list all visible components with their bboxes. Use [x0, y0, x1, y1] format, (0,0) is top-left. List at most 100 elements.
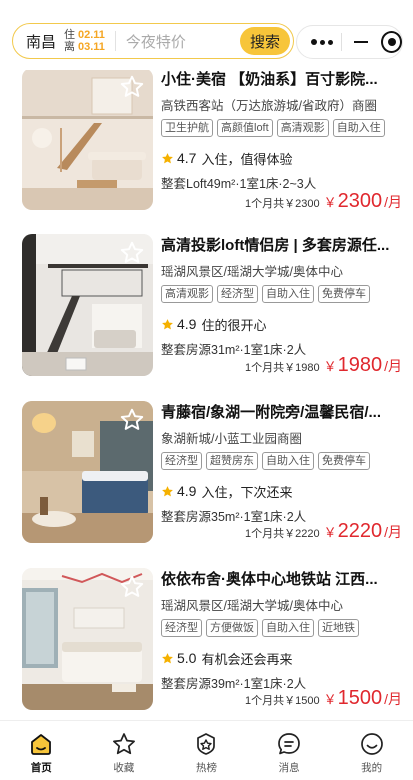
tab-label: 首页	[30, 762, 52, 774]
total-price-label: 1个月共￥1500	[245, 695, 320, 707]
listing-tag: 超赞房东	[206, 452, 258, 470]
tab-messages[interactable]: 消息	[248, 721, 331, 780]
rating-star-icon	[162, 318, 173, 329]
currency-symbol: ￥	[323, 692, 337, 707]
badge-icon	[197, 733, 216, 755]
currency-symbol: ￥	[323, 195, 337, 210]
minimize-icon[interactable]	[342, 41, 378, 43]
favorite-star-icon[interactable]	[119, 240, 145, 266]
listing-tag: 方便做饭	[206, 619, 258, 637]
listing-tags: 卫生护航 高颜值loft 高清观影 自助入住	[161, 119, 393, 139]
tab-home[interactable]: 首页	[0, 721, 83, 780]
listing-title: 高清投影loft情侣房 | 多套房源任...	[161, 237, 390, 254]
price-row: 1个月共￥1980 ￥ 1980 /月	[245, 354, 402, 377]
checkin-label: 住	[64, 29, 75, 41]
rating-score: 4.9	[177, 483, 197, 499]
review-snippet: 入住，下次还来	[201, 484, 293, 500]
listing-tag: 免费停车	[318, 285, 370, 303]
rating-score: 4.7	[177, 150, 197, 166]
currency-symbol: ￥	[323, 359, 337, 374]
review-snippet: 入住，值得体验	[201, 151, 293, 167]
price-unit: /月	[384, 194, 402, 210]
listing-photo[interactable]	[22, 568, 153, 710]
listing-card[interactable]: 高清投影loft情侣房 | 多套房源任... 瑶湖风景区/瑶湖大学城/奥体中心 …	[0, 234, 413, 396]
listing-tag: 自助入住	[262, 619, 314, 637]
tab-profile[interactable]: 我的	[330, 721, 413, 780]
listing-area: 高铁西客站（万达旅游城/省政府）商圈	[161, 99, 377, 113]
tab-hot-list[interactable]: 热榜	[165, 721, 248, 780]
review-snippet: 有机会还会再来	[201, 651, 293, 667]
star-outline-icon	[112, 733, 135, 755]
rating-star-icon	[162, 485, 173, 496]
listing-area: 象湖新城/小蓝工业园商圈	[161, 432, 302, 446]
tab-label: 消息	[278, 762, 300, 774]
listing-tags: 经济型 超赞房东 自助入住 免费停车	[161, 452, 393, 472]
rating-star-icon	[162, 152, 173, 163]
checkin-row: 住 02.11	[64, 29, 105, 41]
checkout-date: 03.11	[78, 41, 105, 53]
search-pill[interactable]: 南昌 住 02.11 离 03.11 今夜特价 搜索	[12, 23, 294, 59]
price-row: 1个月共￥2220 ￥ 2220 /月	[245, 520, 402, 543]
checkin-date: 02.11	[78, 29, 105, 41]
tab-label: 热榜	[195, 762, 217, 774]
listing-title: 小住·美宿 【奶油系】百寸影院...	[161, 71, 378, 88]
listing-photo[interactable]	[22, 401, 153, 543]
rating-score: 5.0	[177, 650, 197, 666]
price-unit: /月	[384, 524, 402, 540]
smile-icon	[360, 733, 383, 755]
bottom-tab-bar: 首页 收藏 热榜 消息 我的	[0, 720, 413, 780]
listing-tag: 经济型	[217, 285, 258, 303]
search-button[interactable]: 搜索	[240, 27, 290, 55]
listing-area: 瑶湖风景区/瑶湖大学城/奥体中心	[161, 265, 343, 279]
listing-tag: 高清观影	[276, 119, 329, 137]
listing-tag: 卫生护航	[161, 119, 213, 137]
listing-tag: 经济型	[161, 619, 202, 637]
monthly-price: 1980	[337, 354, 383, 376]
rating-row: 4.9 入住，下次还来	[161, 482, 413, 500]
home-icon	[31, 734, 52, 755]
tab-favorites[interactable]: 收藏	[83, 721, 166, 780]
rating-row: 4.9 住的很开心	[161, 315, 413, 333]
price-unit: /月	[384, 691, 402, 707]
pill-divider	[114, 31, 116, 51]
close-miniprogram-icon[interactable]	[380, 31, 402, 53]
listing-tags: 经济型 方便做饭 自助入住 近地铁	[161, 619, 393, 639]
checkout-row: 离 03.11	[64, 41, 105, 53]
total-price-label: 1个月共￥2300	[245, 198, 320, 210]
tab-label: 收藏	[113, 762, 135, 774]
listing-tag: 免费停车	[318, 452, 370, 470]
listing-info: 高清投影loft情侣房 | 多套房源任... 瑶湖风景区/瑶湖大学城/奥体中心 …	[161, 234, 413, 358]
total-price-label: 1个月共￥2220	[245, 528, 320, 540]
date-range[interactable]: 住 02.11 离 03.11	[64, 29, 105, 53]
favorite-star-icon[interactable]	[119, 74, 145, 100]
listing-area: 瑶湖风景区/瑶湖大学城/奥体中心	[161, 599, 343, 613]
listing-photo[interactable]	[22, 70, 153, 210]
listing-tag: 自助入住	[262, 452, 314, 470]
checkout-label: 离	[64, 41, 75, 53]
search-input[interactable]: 今夜特价	[126, 31, 240, 52]
listing-tag: 高颜值loft	[217, 119, 273, 137]
chat-icon	[278, 733, 300, 755]
price-row: 1个月共￥1500 ￥ 1500 /月	[245, 687, 402, 710]
listing-card[interactable]: 依依布舍·奥体中心地铁站 江西... 瑶湖风景区/瑶湖大学城/奥体中心 经济型 …	[0, 568, 413, 720]
tab-label: 我的	[361, 762, 383, 774]
listing-tags: 高清观影 经济型 自助入住 免费停车	[161, 285, 393, 305]
more-options-icon[interactable]	[303, 39, 341, 45]
rating-star-icon	[162, 652, 173, 663]
listing-list: 小住·美宿 【奶油系】百寸影院... 高铁西客站（万达旅游城/省政府）商圈 卫生…	[0, 70, 413, 720]
price-unit: /月	[384, 358, 402, 374]
listing-tag: 高清观影	[161, 285, 213, 303]
listing-info: 青藤宿/象湖一附院旁/温馨民宿/... 象湖新城/小蓝工业园商圈 经济型 超赞房…	[161, 401, 413, 525]
rating-score: 4.9	[177, 316, 197, 332]
monthly-price: 1500	[337, 687, 383, 709]
favorite-star-icon[interactable]	[119, 574, 145, 600]
monthly-price: 2300	[337, 190, 383, 212]
listing-title: 依依布舍·奥体中心地铁站 江西...	[161, 571, 378, 588]
city-selector[interactable]: 南昌	[26, 31, 56, 52]
listing-tag: 经济型	[161, 452, 202, 470]
favorite-star-icon[interactable]	[119, 407, 145, 433]
listing-photo[interactable]	[22, 234, 153, 376]
listing-card[interactable]: 小住·美宿 【奶油系】百寸影院... 高铁西客站（万达旅游城/省政府）商圈 卫生…	[0, 70, 413, 230]
listing-card[interactable]: 青藤宿/象湖一附院旁/温馨民宿/... 象湖新城/小蓝工业园商圈 经济型 超赞房…	[0, 401, 413, 563]
rating-row: 5.0 有机会还会再来	[161, 649, 413, 667]
